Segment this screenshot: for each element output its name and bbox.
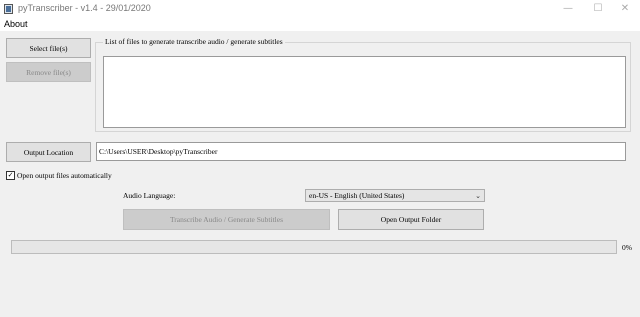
audio-language-value: en-US - English (United States) bbox=[309, 191, 405, 200]
transcribe-button[interactable]: Transcribe Audio / Generate Subtitles bbox=[123, 209, 330, 230]
progress-percent: 0% bbox=[622, 243, 632, 252]
progress-bar bbox=[11, 240, 617, 254]
maximize-button[interactable]: ☐ bbox=[583, 0, 613, 18]
menu-bar: About bbox=[0, 18, 640, 32]
checkmark-icon: ✓ bbox=[7, 171, 14, 179]
output-path-field[interactable]: C:\Users\USER\Desktop\pyTranscriber bbox=[96, 142, 626, 161]
output-location-button[interactable]: Output Location bbox=[6, 142, 91, 162]
open-output-checkbox[interactable]: ✓ bbox=[6, 171, 15, 180]
remove-files-button[interactable]: Remove file(s) bbox=[6, 62, 91, 82]
app-icon bbox=[4, 4, 13, 14]
files-list[interactable] bbox=[103, 56, 626, 128]
audio-language-select[interactable]: en-US - English (United States) ⌄ bbox=[305, 189, 485, 202]
title-bar: pyTranscriber - v1.4 - 29/01/2020 — ☐ ✕ bbox=[0, 0, 640, 18]
files-group-title: List of files to generate transcribe aud… bbox=[103, 37, 285, 46]
minimize-button[interactable]: — bbox=[553, 0, 583, 18]
chevron-down-icon: ⌄ bbox=[475, 192, 481, 200]
window-title: pyTranscriber - v1.4 - 29/01/2020 bbox=[18, 3, 151, 13]
select-files-button[interactable]: Select file(s) bbox=[6, 38, 91, 58]
open-output-label: Open output files automatically bbox=[17, 171, 112, 180]
menu-about[interactable]: About bbox=[4, 19, 28, 29]
close-button[interactable]: ✕ bbox=[610, 0, 640, 18]
open-output-folder-button[interactable]: Open Output Folder bbox=[338, 209, 484, 230]
audio-language-label: Audio Language: bbox=[123, 191, 176, 200]
